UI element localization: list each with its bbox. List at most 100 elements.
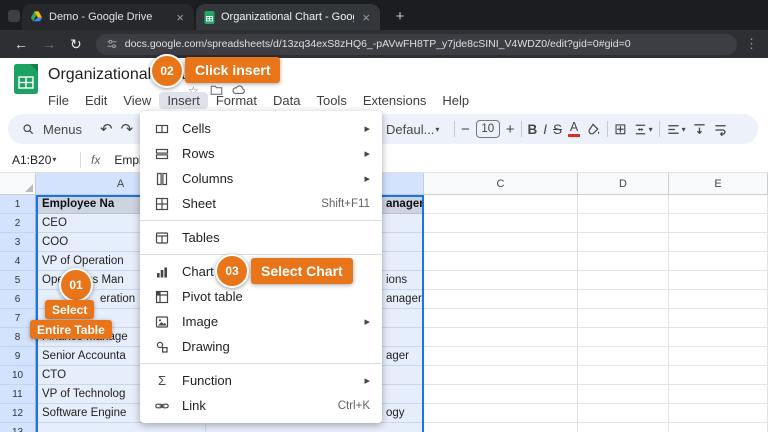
menu-item-tables[interactable]: Tables xyxy=(140,225,382,250)
grid-cell[interactable] xyxy=(669,271,768,290)
menu-insert[interactable]: Insert xyxy=(159,92,208,109)
row-header[interactable]: 6 xyxy=(0,290,36,309)
row-header[interactable]: 1 xyxy=(0,195,36,214)
grid-cell[interactable] xyxy=(424,423,578,432)
redo-icon[interactable]: ↷ xyxy=(121,122,134,137)
grid-cell[interactable] xyxy=(424,404,578,423)
grid-cell[interactable] xyxy=(578,214,669,233)
grid-cell[interactable] xyxy=(578,252,669,271)
grid-cell[interactable] xyxy=(424,214,578,233)
grid-cell[interactable] xyxy=(669,385,768,404)
search-icon[interactable] xyxy=(22,123,35,136)
column-header-D[interactable]: D xyxy=(578,173,669,195)
tab-close-icon[interactable]: × xyxy=(360,11,372,24)
row-header[interactable]: 5 xyxy=(0,271,36,290)
horizontal-align-button[interactable]: ▾ xyxy=(666,122,686,137)
menu-format[interactable]: Format xyxy=(208,92,265,109)
grid-cell[interactable] xyxy=(578,423,669,432)
grid-cell[interactable] xyxy=(578,195,669,214)
grid-cell[interactable] xyxy=(578,271,669,290)
grid-cell[interactable] xyxy=(669,290,768,309)
italic-button[interactable]: I xyxy=(543,122,547,137)
menu-file[interactable]: File xyxy=(40,92,77,109)
sheets-logo[interactable] xyxy=(14,64,38,94)
row-header[interactable]: 4 xyxy=(0,252,36,271)
grid-cell[interactable] xyxy=(578,404,669,423)
grid-cell[interactable] xyxy=(424,252,578,271)
grid-cell-B13[interactable] xyxy=(206,423,424,432)
row-header[interactable]: 10 xyxy=(0,366,36,385)
menu-help[interactable]: Help xyxy=(434,92,477,109)
row-header[interactable]: 2 xyxy=(0,214,36,233)
row-header[interactable]: 9 xyxy=(0,347,36,366)
increase-font-button[interactable]: + xyxy=(506,122,515,137)
grid-cell[interactable] xyxy=(578,366,669,385)
vertical-align-button[interactable] xyxy=(692,122,707,137)
menu-view[interactable]: View xyxy=(115,92,159,109)
grid-cell[interactable] xyxy=(669,195,768,214)
borders-icon[interactable]: ⊞ xyxy=(614,122,627,137)
grid-cell[interactable] xyxy=(424,271,578,290)
undo-icon[interactable]: ↶ xyxy=(100,122,113,137)
menu-item-rows[interactable]: Rows ▸ xyxy=(140,141,382,166)
merge-cells-button[interactable]: ▾ xyxy=(633,122,653,137)
menu-item-sheet[interactable]: Sheet Shift+F11 xyxy=(140,191,382,216)
bold-button[interactable]: B xyxy=(528,122,538,137)
browser-menu-icon[interactable]: ⋮ xyxy=(745,36,758,52)
grid-cell[interactable] xyxy=(578,290,669,309)
menu-item-link[interactable]: Link Ctrl+K xyxy=(140,393,382,418)
grid-cell[interactable] xyxy=(424,195,578,214)
grid-cell[interactable] xyxy=(669,233,768,252)
row-header[interactable]: 11 xyxy=(0,385,36,404)
forward-icon[interactable]: → xyxy=(42,36,56,52)
grid-cell[interactable] xyxy=(669,252,768,271)
grid-cell[interactable] xyxy=(669,423,768,432)
row-header[interactable]: 13 xyxy=(0,423,36,432)
grid-cell[interactable] xyxy=(424,290,578,309)
reload-icon[interactable]: ↻ xyxy=(70,36,82,53)
fill-color-button[interactable] xyxy=(586,122,601,137)
grid-cell[interactable] xyxy=(578,385,669,404)
menu-item-pivot-table[interactable]: Pivot table xyxy=(140,284,382,309)
grid-cell[interactable] xyxy=(669,366,768,385)
grid-cell[interactable] xyxy=(669,404,768,423)
browser-tab-sheets-active[interactable]: Organizational Chart - Googl × xyxy=(196,4,380,30)
grid-cell-A13[interactable] xyxy=(36,423,206,432)
new-tab-button[interactable]: + xyxy=(390,7,410,27)
grid-cell[interactable] xyxy=(578,328,669,347)
grid-cell[interactable] xyxy=(424,385,578,404)
menu-item-drawing[interactable]: Drawing xyxy=(140,334,382,359)
name-box[interactable]: A1:B20 ▾ xyxy=(0,153,70,167)
font-family-select[interactable]: Defaul... ▾ xyxy=(386,122,448,137)
menu-item-columns[interactable]: Columns ▸ xyxy=(140,166,382,191)
grid-cell[interactable] xyxy=(424,347,578,366)
grid-cell[interactable] xyxy=(669,347,768,366)
grid-cell[interactable] xyxy=(669,309,768,328)
column-header-E[interactable]: E xyxy=(669,173,768,195)
text-wrap-button[interactable] xyxy=(713,122,728,137)
menus-search-label[interactable]: Menus xyxy=(43,122,82,137)
strikethrough-button[interactable]: S xyxy=(553,122,562,137)
grid-cell[interactable] xyxy=(669,214,768,233)
grid-cell[interactable] xyxy=(424,309,578,328)
browser-tab-drive[interactable]: Demo - Google Drive × xyxy=(22,4,194,30)
column-header-C[interactable]: C xyxy=(424,173,578,195)
grid-cell[interactable] xyxy=(424,366,578,385)
menu-data[interactable]: Data xyxy=(265,92,308,109)
menu-item-image[interactable]: Image ▸ xyxy=(140,309,382,334)
menu-extensions[interactable]: Extensions xyxy=(355,92,435,109)
decrease-font-button[interactable]: − xyxy=(461,122,470,137)
row-header[interactable]: 12 xyxy=(0,404,36,423)
text-color-button[interactable]: A xyxy=(568,121,580,138)
menu-edit[interactable]: Edit xyxy=(77,92,115,109)
url-omnibox[interactable]: docs.google.com/spreadsheets/d/13zq34exS… xyxy=(96,34,737,55)
tab-close-icon[interactable]: × xyxy=(174,11,186,24)
menu-item-cells[interactable]: Cells ▸ xyxy=(140,116,382,141)
grid-cell[interactable] xyxy=(424,233,578,252)
grid-cell[interactable] xyxy=(578,309,669,328)
font-size-input[interactable]: 10 xyxy=(476,120,500,138)
grid-cell[interactable] xyxy=(578,347,669,366)
grid-cell[interactable] xyxy=(578,233,669,252)
select-all-corner[interactable] xyxy=(0,173,36,195)
menu-item-function[interactable]: Σ Function ▸ xyxy=(140,368,382,393)
